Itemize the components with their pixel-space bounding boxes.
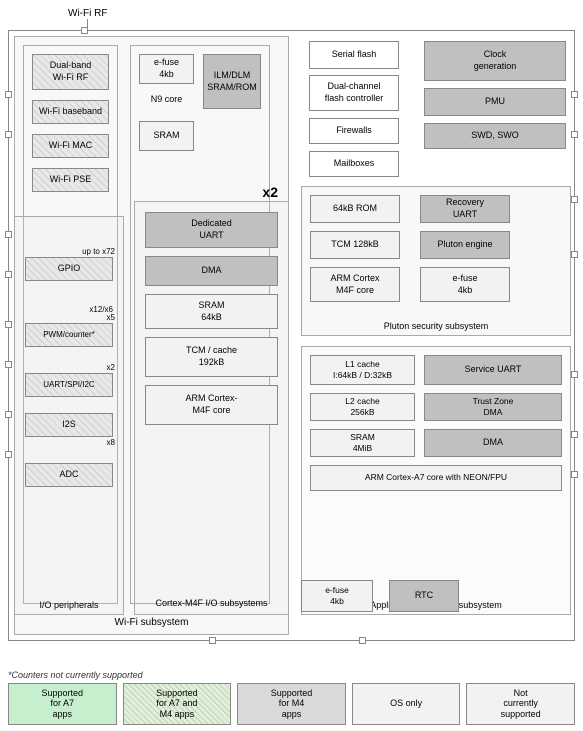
i2s-area: I2S x8: [23, 413, 115, 447]
uart-area: x2 UART/SPI/I2C: [23, 363, 115, 397]
outer-border: Wi-Fi subsystem Dual-band Wi-Fi RF Wi-Fi…: [8, 30, 575, 641]
connector-sq: [571, 196, 578, 203]
recovery-uart-box: Recovery UART: [420, 195, 510, 223]
adc-box: ADC: [25, 463, 113, 487]
legend-note: *Counters not currently supported: [8, 670, 575, 680]
dedicated-uart-box: Dedicated UART: [145, 212, 278, 248]
cortex-a7-box: ARM Cortex-A7 core with NEON/FPU: [310, 465, 562, 491]
legend-os-only: OS only: [352, 683, 461, 725]
legend-supported-a7: Supported for A7 apps: [8, 683, 117, 725]
l2-cache-box: L2 cache 256kB: [310, 393, 415, 421]
app-efuse-box: e-fuse 4kb: [301, 580, 373, 612]
legend: *Counters not currently supported Suppor…: [8, 670, 575, 725]
n9-efuse-box: e-fuse 4kb: [139, 54, 194, 84]
connector-sq: [571, 431, 578, 438]
swd-swo-box: SWD, SWO: [424, 123, 566, 149]
dual-band-wifi-box: Dual-band Wi-Fi RF: [32, 54, 109, 90]
pluton-engine-box: Pluton engine: [420, 231, 510, 259]
cortex-sram-box: SRAM 64kB: [145, 294, 278, 329]
cortex-m4f-section: x2 Dedicated UART DMA SRAM 64kB TCM / ca…: [134, 201, 289, 615]
pwm-box: PWM/counter*: [25, 323, 113, 347]
service-uart-box: Service UART: [424, 355, 562, 385]
connector-sq: [5, 411, 12, 418]
diagram-container: Wi-Fi RF Wi-Fi subsystem Dual-band Wi-Fi…: [0, 0, 583, 731]
l1-cache-box: L1 cache I:64kB / D:32kB: [310, 355, 415, 385]
i2s-box: I2S: [25, 413, 113, 437]
x2-label: x2: [262, 184, 278, 200]
gpio-box: GPIO: [25, 257, 113, 281]
pmu-box: PMU: [424, 88, 566, 116]
cortex-dma-box: DMA: [145, 256, 278, 286]
connector-sq: [571, 371, 578, 378]
io-peripherals-section: up to x72 GPIO x12/x6 x5 PWM/counter* x2…: [14, 216, 124, 615]
cortex-tcm-box: TCM / cache 192kB: [145, 337, 278, 377]
cortex-m4f-core-box: ARM Cortex- M4F core: [145, 385, 278, 425]
uart-box: UART/SPI/I2C: [25, 373, 113, 397]
wifi-baseband-box: Wi-Fi baseband: [32, 100, 109, 124]
uart-x2-label: x2: [23, 363, 115, 372]
up-to-x72-label: up to x72: [23, 247, 115, 256]
connector-sq: [571, 91, 578, 98]
connector-sq: [81, 27, 88, 34]
connector-sq: [5, 321, 12, 328]
wifi-pse-box: Wi-Fi PSE: [32, 168, 109, 192]
wifi-subsystem-label: Wi-Fi subsystem: [15, 617, 288, 628]
app-processor-section: L1 cache I:64kB / D:32kB Service UART L2…: [301, 346, 571, 615]
legend-items: Supported for A7 apps Supported for A7 a…: [8, 683, 575, 725]
io-peripherals-label: I/O peripherals: [15, 600, 123, 610]
connector-sq: [5, 131, 12, 138]
connector-sq: [571, 471, 578, 478]
connector-sq: [5, 91, 12, 98]
pwm-area: x5 PWM/counter*: [23, 313, 115, 347]
mailboxes-box: Mailboxes: [309, 151, 399, 177]
trustzone-box: Trust Zone DMA: [424, 393, 562, 421]
wifi-mac-box: Wi-Fi MAC: [32, 134, 109, 158]
ilmdlm-box: ILM/DLM SRAM/ROM: [203, 54, 261, 109]
pluton-efuse-box: e-fuse 4kb: [420, 267, 510, 302]
gpio-area: up to x72 GPIO: [23, 247, 115, 281]
legend-supported-a7-m4: Supported for A7 and M4 apps: [123, 683, 232, 725]
flash-ctrl-box: Dual-channel flash controller: [309, 75, 399, 111]
adc-area: ADC: [23, 463, 115, 487]
cortex-m4f-label: Cortex-M4F I/O subsystems: [135, 598, 288, 610]
connector-sq: [5, 361, 12, 368]
x5-label: x5: [23, 313, 115, 322]
n9-core-label: N9 core: [139, 94, 194, 104]
pluton-rom-box: 64kB ROM: [310, 195, 400, 223]
n9-sram-box: SRAM: [139, 121, 194, 151]
connector-sq: [571, 131, 578, 138]
connector-sq: [359, 637, 366, 644]
legend-not-supported: Not currently supported: [466, 683, 575, 725]
pluton-label: Pluton security subsystem: [302, 321, 570, 331]
x8-label: x8: [23, 438, 115, 447]
connector-sq: [5, 231, 12, 238]
connector-sq: [571, 251, 578, 258]
serial-flash-box: Serial flash: [309, 41, 399, 69]
app-sram-box: SRAM 4MiB: [310, 429, 415, 457]
connector-sq: [5, 271, 12, 278]
firewalls-box: Firewalls: [309, 118, 399, 144]
pluton-section: 64kB ROM Recovery UART TCM 128kB Pluton …: [301, 186, 571, 336]
connector-sq: [209, 637, 216, 644]
connector-sq: [5, 451, 12, 458]
legend-supported-m4: Supported for M4 apps: [237, 683, 346, 725]
pluton-cortex-box: ARM Cortex M4F core: [310, 267, 400, 302]
app-dma-box: DMA: [424, 429, 562, 457]
pluton-tcm-box: TCM 128kB: [310, 231, 400, 259]
rtc-box: RTC: [389, 580, 459, 612]
clock-gen-box: Clock generation: [424, 41, 566, 81]
